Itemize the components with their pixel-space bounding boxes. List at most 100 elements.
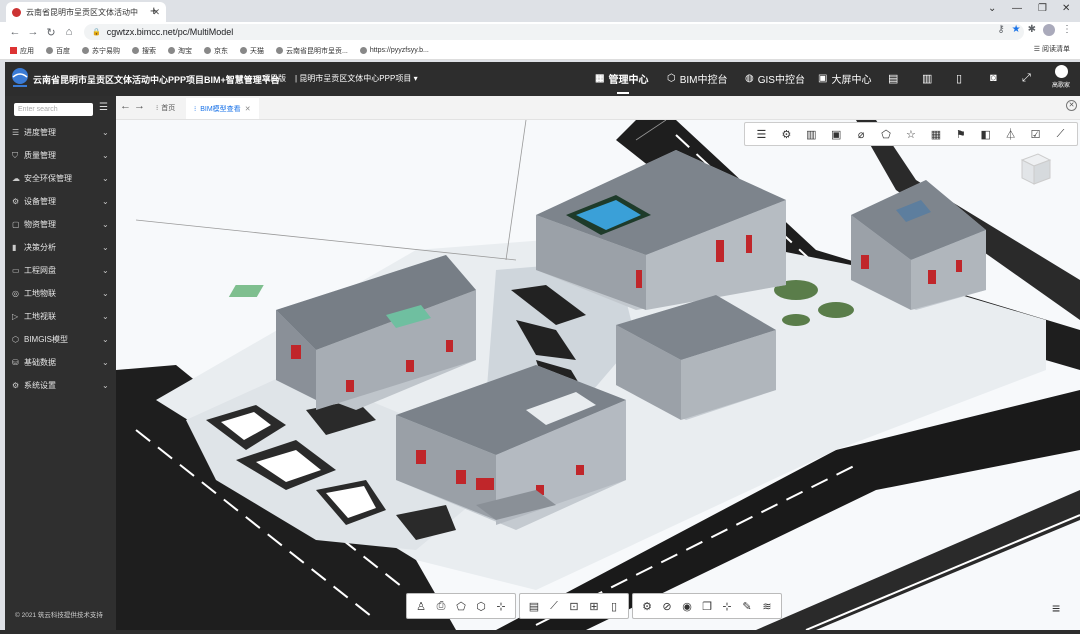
bookmark-item[interactable]: 应用 (10, 46, 34, 56)
sidebar-item-label: 决策分析 (24, 243, 56, 252)
sidebar-item-progress[interactable]: ☰ 进度管理 ⌄ (5, 121, 116, 144)
back-arrow-icon[interactable]: ← (6, 26, 24, 38)
sidebar-item-analysis[interactable]: ▮ 决策分析 ⌄ (5, 236, 116, 259)
puzzle-icon[interactable]: ✱ (1028, 24, 1036, 36)
nav-big-screen[interactable]: ▣ 大屏中心 (818, 71, 871, 86)
bim-viewport[interactable]: ☰ ⚙ ▥ ▣ ⌀ ⬠ ☆ ▦ ⚑ ◧ ⏃ ☑ ⟋ ♙ ⎙ ⬠ ⬡ ⊹ ▤ ⟋ … (116, 120, 1080, 630)
sidebar-item-basedata[interactable]: ⛁ 基础数据 ⌄ (5, 351, 116, 374)
network-icon[interactable]: ⬠ (877, 128, 895, 141)
star-icon[interactable]: ☆ (902, 128, 920, 141)
sidebar-item-video[interactable]: ▷ 工地视联 ⌄ (5, 305, 116, 328)
copy-icon[interactable]: ❐ (698, 600, 716, 613)
sidebar-item-equipment[interactable]: ⚙ 设备管理 ⌄ (5, 190, 116, 213)
bookmark-item[interactable]: 京东 (204, 46, 228, 56)
tag-icon[interactable]: ◧ (977, 128, 995, 141)
crop-icon[interactable]: ⊞ (585, 600, 603, 613)
fullscreen-icon[interactable]: ⤢ (1022, 72, 1031, 85)
nav-gis-console[interactable]: ◍ GIS中控台 (745, 71, 805, 86)
bookmark-item[interactable]: 苏宁易购 (82, 46, 120, 56)
person-icon[interactable]: ♙ (412, 600, 430, 613)
bookmark-label: 京东 (214, 47, 228, 55)
edit-icon[interactable]: ✎ (738, 600, 756, 613)
list-icon[interactable]: ☰ (752, 128, 770, 141)
tab-bim-model[interactable]: ⁝ BIM模型查看 ✕ (186, 98, 259, 119)
forward-arrow-icon[interactable]: → (24, 26, 42, 38)
document-icon[interactable]: ▥ (922, 72, 932, 85)
key-icon[interactable]: ⚷ (997, 24, 1004, 36)
bim-3d-scene[interactable] (116, 120, 1080, 630)
tab-home[interactable]: ⁝ 首页 (156, 100, 175, 116)
section-box-icon[interactable]: ⊡ (565, 600, 583, 613)
browser-tab[interactable]: 云南省昆明市呈贡区文体活动中 ✕ (6, 2, 166, 22)
ruler-icon[interactable]: ⟋ (1052, 128, 1070, 141)
sidebar-item-quality[interactable]: ⛉ 质量管理 ⌄ (5, 144, 116, 167)
bookmark-item[interactable]: 天猫 (240, 46, 264, 56)
phone-icon[interactable]: ▯ (956, 72, 962, 85)
address-bar[interactable]: 🔒 cgwtzx.bimcc.net/pc/MultiModel (84, 24, 1024, 40)
bookmark-label: 淘宝 (178, 47, 192, 55)
close-all-tabs-button[interactable]: ✕ (1066, 100, 1077, 111)
close-icon[interactable]: ✕ (245, 105, 251, 113)
settings-icon[interactable]: ⚙ (638, 600, 656, 613)
sidebar-item-materials[interactable]: ▢ 物资管理 ⌄ (5, 213, 116, 236)
sidebar-search-input[interactable]: Enter search (14, 103, 93, 116)
project-version[interactable]: ⌂ 项目版 (255, 73, 286, 84)
pentagon-icon[interactable]: ⬠ (452, 600, 470, 613)
bookmark-item[interactable]: 百度 (46, 46, 70, 56)
chevron-down-icon[interactable]: ⌄ (988, 3, 996, 14)
camera-icon[interactable]: ⎙ (432, 600, 450, 613)
window-bottom-edge (0, 630, 1080, 634)
restore-button[interactable]: ❐ (1038, 3, 1047, 14)
checklist-icon[interactable]: ☑ (1027, 128, 1045, 141)
bookmark-item[interactable]: 搜索 (132, 46, 156, 56)
nav-bim-console[interactable]: ⬡ BIM中控台 (667, 71, 728, 86)
nav-management-center[interactable]: ▦ 管理中心 (595, 71, 648, 86)
briefcase-icon[interactable]: ▤ (525, 600, 543, 613)
sidebar-item-settings[interactable]: ⚙ 系统设置 ⌄ (5, 374, 116, 397)
bookmarks-bar: 应用 百度 苏宁易购 搜索 淘宝 京东 天猫 云南省昆明市呈贡... https… (0, 42, 1080, 60)
layers-icon[interactable]: ≋ (758, 600, 776, 613)
project-version-label: 项目版 (262, 74, 287, 83)
bookmark-item[interactable]: 云南省昆明市呈贡... (276, 46, 348, 56)
tree-icon[interactable]: ⊹ (492, 600, 510, 613)
badge-icon[interactable]: ◙ (990, 72, 997, 84)
profile-avatar[interactable] (1043, 24, 1055, 36)
message-icon[interactable]: ▤ (888, 72, 898, 85)
star-icon[interactable]: ★ (1012, 24, 1021, 36)
document-icon[interactable]: ▯ (605, 600, 623, 613)
reading-list[interactable]: ☰ 阅读清单 (1034, 44, 1070, 54)
sidebar-item-bimgis[interactable]: ⬡ BIMGIS模型 ⌄ (5, 328, 116, 351)
bookmark-item[interactable]: https://pyyzfsyy.b... (359, 47, 429, 54)
menu-add-icon[interactable]: ☰ (99, 102, 108, 113)
gear-icon[interactable]: ⚙ (777, 128, 795, 141)
calendar-icon[interactable]: ▦ (927, 128, 945, 141)
more-menu-icon[interactable]: ⋮ (1062, 24, 1072, 36)
home-icon[interactable]: ⌂ (60, 26, 78, 38)
flag-icon[interactable]: ⚑ (952, 128, 970, 141)
attachment-icon[interactable]: ⌀ (852, 128, 870, 141)
ruler-icon[interactable]: ⟋ (545, 600, 563, 613)
sidebar-item-iot[interactable]: ◎ 工地物联 ⌄ (5, 282, 116, 305)
reload-icon[interactable]: ↻ (42, 26, 60, 39)
cube-icon[interactable]: ⬡ (472, 600, 490, 613)
back-arrow-icon[interactable]: ← (120, 100, 131, 112)
bar-chart-icon: ▮ (12, 243, 17, 252)
filter-icon[interactable]: ⏃ (1002, 126, 1020, 142)
bookmark-item[interactable]: 淘宝 (168, 46, 192, 56)
sidebar-item-safety[interactable]: ☁ 安全环保管理 ⌄ (5, 167, 116, 190)
close-window-button[interactable]: ✕ (1062, 3, 1070, 14)
user-menu[interactable]: 高歌家 (1048, 65, 1074, 89)
forward-arrow-icon[interactable]: → (134, 100, 145, 112)
nav-cube[interactable] (1018, 150, 1052, 188)
focus-icon[interactable]: ⊹ (718, 600, 736, 613)
map-icon[interactable]: ▥ (802, 128, 820, 141)
eye-icon[interactable]: ◉ (678, 600, 696, 613)
minimize-button[interactable]: — (1012, 3, 1022, 14)
hide-icon[interactable]: ⊘ (658, 600, 676, 613)
layer-icon[interactable]: ▣ (827, 128, 845, 141)
project-selector[interactable]: | 昆明市呈贡区文体中心PPP项目 ▾ (295, 73, 418, 84)
new-tab-button[interactable]: + (150, 3, 158, 18)
avatar (1054, 65, 1068, 78)
sidebar-item-disk[interactable]: ▭ 工程网盘 ⌄ (5, 259, 116, 282)
hamburger-menu-icon[interactable]: ≡ (1052, 600, 1060, 616)
